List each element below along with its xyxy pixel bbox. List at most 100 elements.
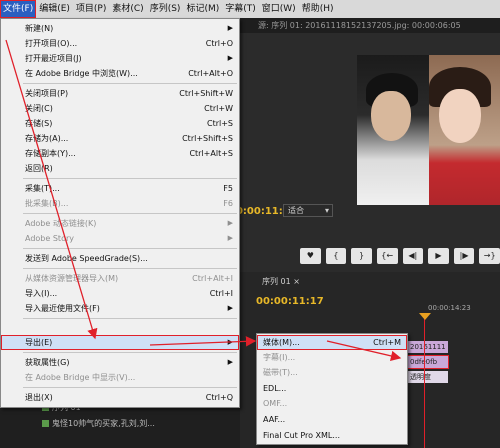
monitor-tab[interactable]: 源: 序列 01: 20161118152137205.jpg: 00:00:0…	[240, 18, 500, 33]
menu-sequence[interactable]: 序列(S)	[147, 0, 184, 18]
menu-clip[interactable]: 素材(C)	[109, 0, 146, 18]
menu-item-label: Adobe Story	[25, 234, 74, 243]
menu-item-label: EDL...	[263, 384, 287, 393]
menu-window[interactable]: 窗口(W)	[259, 0, 299, 18]
menu-item-close[interactable]: 关闭(C) Ctrl+W	[1, 101, 239, 116]
playhead-line[interactable]	[424, 318, 425, 448]
menu-item-label: 打开项目(O)...	[25, 39, 78, 48]
menu-marker[interactable]: 标记(M)	[183, 0, 222, 18]
play-button[interactable]: ▶	[428, 248, 449, 264]
menu-edit[interactable]: 编辑(E)	[36, 0, 73, 18]
menu-item-label: 从媒体资源管理器导入(M)	[25, 274, 119, 283]
menu-help[interactable]: 帮助(H)	[299, 0, 337, 18]
menu-item-label: 存储副本(Y)...	[25, 149, 76, 158]
menu-item-label: 在 Adobe Bridge 中浏览(W)...	[25, 69, 138, 78]
mark-out-button[interactable]: }	[351, 248, 372, 264]
menu-item-label: 新建(N)	[25, 24, 54, 33]
export-submenu: 媒体(M)... Ctrl+M 字幕(I)... 磁带(T)... EDL... …	[256, 333, 408, 445]
list-item[interactable]: 鬼怪10帅气的买家,孔刘,刘...	[42, 417, 155, 431]
menu-item-adobe-story[interactable]: Adobe Story ▶	[1, 231, 239, 246]
sequence-timecode[interactable]: 00:00:11:17	[256, 296, 324, 307]
menu-item-shortcut: Ctrl+Alt+O	[188, 69, 233, 78]
menu-item-label: 在 Adobe Bridge 中显示(V)...	[25, 373, 136, 382]
menu-item-import-recent[interactable]: 导入最近使用文件(F) ▶	[1, 301, 239, 316]
menu-item-label: Adobe 动态链接(K)	[25, 219, 97, 228]
mark-in-button[interactable]: {	[325, 248, 347, 264]
menu-item-get-properties[interactable]: 获取属性(G) ▶	[1, 355, 239, 370]
menu-item-label: 批采集(B)...	[25, 199, 69, 208]
step-back-button[interactable]: ◀|	[402, 248, 424, 264]
menu-title[interactable]: 字幕(T)	[222, 0, 259, 18]
go-to-in-button[interactable]: {←	[376, 248, 398, 264]
menu-item-import[interactable]: 导入(I)... Ctrl+I	[1, 286, 239, 301]
zoom-fit-value: 适合	[288, 206, 304, 215]
menu-item-shortcut: Ctrl+M	[373, 338, 401, 347]
photo-right	[429, 55, 500, 205]
menu-item-shortcut: F5	[223, 184, 233, 193]
menu-item-shortcut: F6	[223, 199, 233, 208]
face-shape	[371, 91, 411, 141]
menu-item-export-omf[interactable]: OMF...	[257, 396, 407, 411]
menu-item-label: 关闭(C)	[25, 104, 53, 113]
playhead-handle[interactable]	[419, 313, 431, 320]
menu-item-label: 磁带(T)...	[263, 368, 298, 377]
submenu-arrow-icon: ▶	[227, 358, 233, 366]
menu-item-label: 存储为(A)...	[25, 134, 69, 143]
menu-divider	[23, 248, 237, 249]
timeline-clip[interactable]: 20161111	[408, 341, 448, 353]
menu-file[interactable]: 文件(F)	[0, 0, 37, 18]
menu-item-dynamic-link[interactable]: Adobe 动态链接(K) ▶	[1, 216, 239, 231]
menu-item-new[interactable]: 新建(N) ▶	[1, 21, 239, 36]
step-forward-button[interactable]: |▶	[453, 248, 475, 264]
menu-item-shortcut: Ctrl+S	[206, 119, 233, 128]
video-frame	[357, 55, 500, 205]
project-item-label: 鬼怪10帅气的买家,孔刘,刘...	[52, 419, 155, 428]
menu-item-open-recent[interactable]: 打开最近项目(J) ▶	[1, 51, 239, 66]
menu-item-export[interactable]: 导出(E) ▶	[1, 335, 239, 350]
menu-item-shortcut: Ctrl+Alt+I	[192, 274, 233, 283]
submenu-arrow-icon: ▶	[227, 304, 233, 312]
menu-item-label: 获取属性(G)	[25, 358, 70, 367]
menu-item-export-tape[interactable]: 磁带(T)...	[257, 365, 407, 380]
timeline-clip[interactable]: 0dfe0fb	[407, 355, 449, 369]
menu-item-label: 导入最近使用文件(F)	[25, 304, 100, 313]
menu-item-export-fcp-xml[interactable]: Final Cut Pro XML...	[257, 428, 407, 443]
go-to-out-button[interactable]: →}	[479, 248, 500, 264]
submenu-arrow-icon: ▶	[227, 219, 233, 227]
menu-project[interactable]: 项目(P)	[73, 0, 109, 18]
menu-item-exit[interactable]: 退出(X) Ctrl+Q	[1, 390, 239, 405]
transport-controls: ♥ { } {← ◀| ▶ |▶ →}	[240, 248, 500, 266]
menu-item-save-as[interactable]: 存储为(A)... Ctrl+Shift+S	[1, 131, 239, 146]
menu-item-export-aaf[interactable]: AAF...	[257, 412, 407, 427]
submenu-arrow-icon: ▶	[227, 338, 233, 346]
menu-item-export-media[interactable]: 媒体(M)... Ctrl+M	[257, 335, 407, 350]
zoom-fit-select[interactable]: 适合 ▾	[283, 204, 333, 217]
submenu-arrow-icon: ▶	[227, 24, 233, 32]
menu-item-reveal-bridge[interactable]: 在 Adobe Bridge 中显示(V)...	[1, 370, 239, 385]
sequence-tab[interactable]: 序列 01 ×	[262, 276, 300, 287]
menu-item-import-media-browser[interactable]: 从媒体资源管理器导入(M) Ctrl+Alt+I	[1, 271, 239, 286]
menu-item-close-project[interactable]: 关闭项目(P) Ctrl+Shift+W	[1, 86, 239, 101]
menu-item-shortcut: Ctrl+Q	[205, 393, 233, 402]
menu-item-export-title[interactable]: 字幕(I)...	[257, 350, 407, 365]
menu-item-browse-bridge[interactable]: 在 Adobe Bridge 中浏览(W)... Ctrl+Alt+O	[1, 66, 239, 81]
timeline-clip[interactable]: 透明度	[408, 371, 448, 383]
menu-divider	[23, 387, 237, 388]
menu-item-label: 字幕(I)...	[263, 353, 296, 362]
program-monitor: 源: 序列 01: 20161118152137205.jpg: 00:00:0…	[240, 18, 500, 273]
menu-item-label: Final Cut Pro XML...	[263, 431, 341, 440]
menu-item-send-speedgrade[interactable]: 发送到 Adobe SpeedGrade(S)...	[1, 251, 239, 266]
chevron-down-icon: ▾	[324, 206, 329, 215]
menu-item-label: 关闭项目(P)	[25, 89, 69, 98]
add-marker-button[interactable]: ♥	[300, 248, 321, 264]
menu-item-open-project[interactable]: 打开项目(O)... Ctrl+O	[1, 36, 239, 51]
menu-item-save[interactable]: 存储(S) Ctrl+S	[1, 116, 239, 131]
file-menu-dropdown: 新建(N) ▶ 打开项目(O)... Ctrl+O 打开最近项目(J) ▶ 在 Ado…	[0, 18, 240, 408]
menu-item-revert[interactable]: 返回(R)	[1, 161, 239, 176]
menu-bar: 文件(F) 编辑(E) 项目(P) 素材(C) 序列(S) 标记(M) 字幕(T…	[0, 0, 500, 18]
menu-item-save-copy[interactable]: 存储副本(Y)... Ctrl+Alt+S	[1, 146, 239, 161]
menu-item-label: 返回(R)	[25, 164, 53, 173]
menu-item-batch-capture[interactable]: 批采集(B)... F6	[1, 196, 239, 211]
menu-item-export-edl[interactable]: EDL...	[257, 381, 407, 396]
menu-item-capture[interactable]: 采集(T)... F5	[1, 181, 239, 196]
